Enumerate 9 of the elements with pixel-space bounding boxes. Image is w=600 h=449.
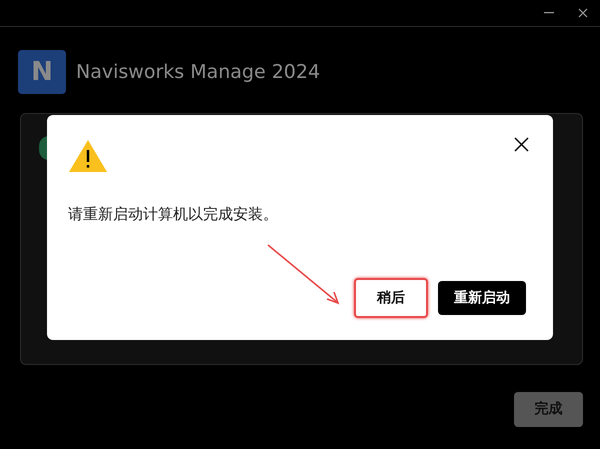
product-title: Navisworks Manage 2024 [76,60,320,85]
warning-icon [68,139,108,173]
restart-button[interactable]: 重新启动 [438,281,526,315]
minimize-icon[interactable] [544,12,554,14]
app-logo: N [18,50,66,94]
dialog-message: 请重新启动计算机以完成安装。 [68,204,278,225]
close-icon[interactable] [578,8,588,18]
close-icon[interactable] [514,137,529,152]
later-button[interactable]: 稍后 [354,278,428,318]
